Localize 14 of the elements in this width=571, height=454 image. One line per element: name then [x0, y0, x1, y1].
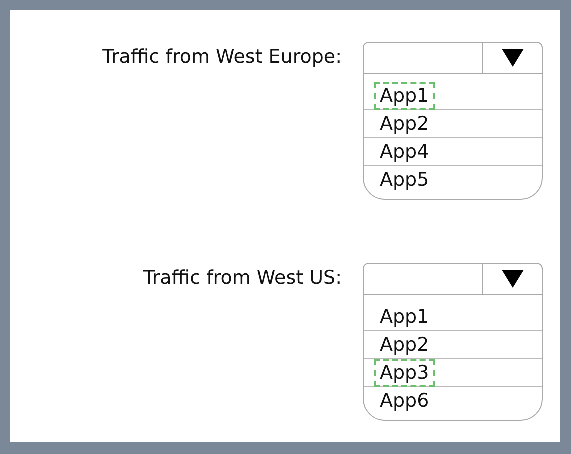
answer-dropdown[interactable]: App1 App2 App3 App6 — [363, 263, 543, 421]
dropdown-option[interactable]: App1 — [374, 302, 436, 330]
dropdown-option[interactable]: App3 — [374, 358, 436, 386]
dropdown-option[interactable]: App1 — [374, 82, 436, 110]
dropdown-option[interactable]: App6 — [374, 386, 436, 414]
answer-dropdown[interactable]: App1 App2 App4 App5 — [363, 42, 543, 200]
question-label: Traffic from West Europe: — [102, 45, 342, 70]
dropdown-option[interactable]: App4 — [374, 138, 436, 166]
question-label: Traffic from West US: — [142, 266, 342, 291]
caret-icon — [502, 270, 524, 288]
caret-icon — [502, 49, 524, 67]
dropdown-option[interactable]: App2 — [374, 110, 436, 138]
dropdown-option[interactable]: App5 — [374, 166, 436, 194]
dropdown-option[interactable]: App2 — [374, 330, 436, 358]
